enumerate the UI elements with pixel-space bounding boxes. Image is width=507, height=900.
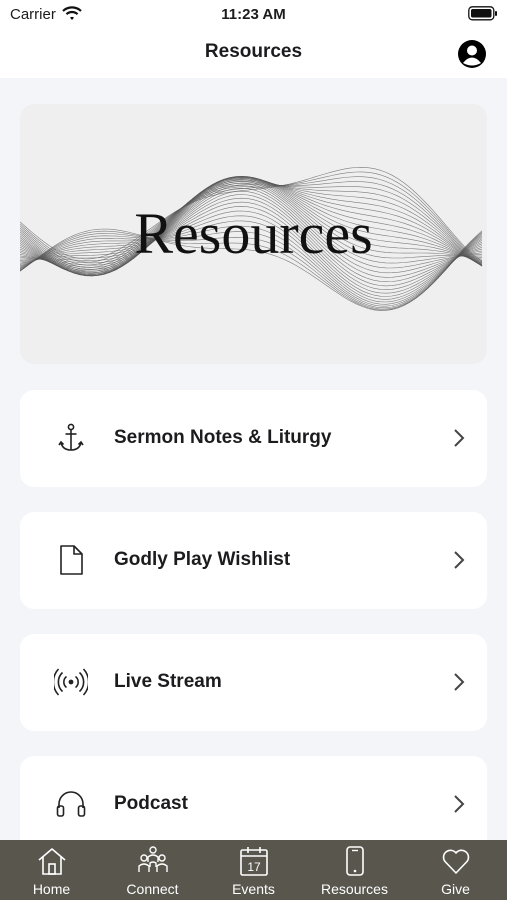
page-title: Resources	[204, 41, 303, 62]
tab-bar: Home Connect 17 Events Resources Give	[0, 840, 507, 900]
tab-home[interactable]: Home	[1, 840, 102, 900]
tab-give[interactable]: Give	[405, 840, 506, 900]
profile-icon[interactable]	[457, 39, 487, 69]
calendar-day: 17	[247, 860, 261, 874]
broadcast-icon	[54, 668, 88, 696]
list-item-label: Podcast	[114, 793, 188, 814]
battery-icon	[468, 6, 498, 25]
status-bar: Carrier 11:23 AM	[0, 0, 507, 30]
list-item-podcast[interactable]: Podcast	[20, 756, 487, 853]
hero-title: Resources	[134, 201, 373, 266]
list-item-godly-play-wishlist[interactable]: Godly Play Wishlist	[20, 512, 487, 609]
tab-label: Home	[32, 881, 71, 897]
tab-label: Resources	[321, 881, 388, 897]
tab-label: Events	[232, 881, 275, 897]
anchor-icon	[58, 423, 84, 451]
list-item-label: Godly Play Wishlist	[114, 549, 291, 570]
navigation-bar: Resources	[0, 30, 507, 78]
people-icon	[137, 846, 168, 872]
chevron-right-icon	[454, 551, 465, 569]
list-item-label: Sermon Notes & Liturgy	[114, 427, 332, 448]
tab-label: Connect	[126, 881, 179, 897]
hero-banner: Resources	[20, 104, 487, 364]
home-icon	[37, 848, 66, 875]
headphones-icon	[56, 791, 86, 817]
chevron-right-icon	[454, 429, 465, 447]
heart-icon	[442, 849, 469, 874]
list-item-label: Live Stream	[114, 671, 222, 692]
phone-icon	[345, 846, 364, 876]
tab-connect[interactable]: Connect	[102, 840, 203, 900]
tab-label: Give	[441, 881, 470, 897]
list-item-live-stream[interactable]: Live Stream	[20, 634, 487, 731]
list-item-sermon-notes[interactable]: Sermon Notes & Liturgy	[20, 390, 487, 487]
status-time: 11:23 AM	[221, 6, 286, 23]
calendar-icon: 17	[239, 847, 268, 876]
tab-events[interactable]: 17 Events	[203, 840, 304, 900]
chevron-right-icon	[454, 673, 465, 691]
tab-resources[interactable]: Resources	[304, 840, 405, 900]
document-icon	[60, 545, 83, 575]
chevron-right-icon	[454, 795, 465, 813]
